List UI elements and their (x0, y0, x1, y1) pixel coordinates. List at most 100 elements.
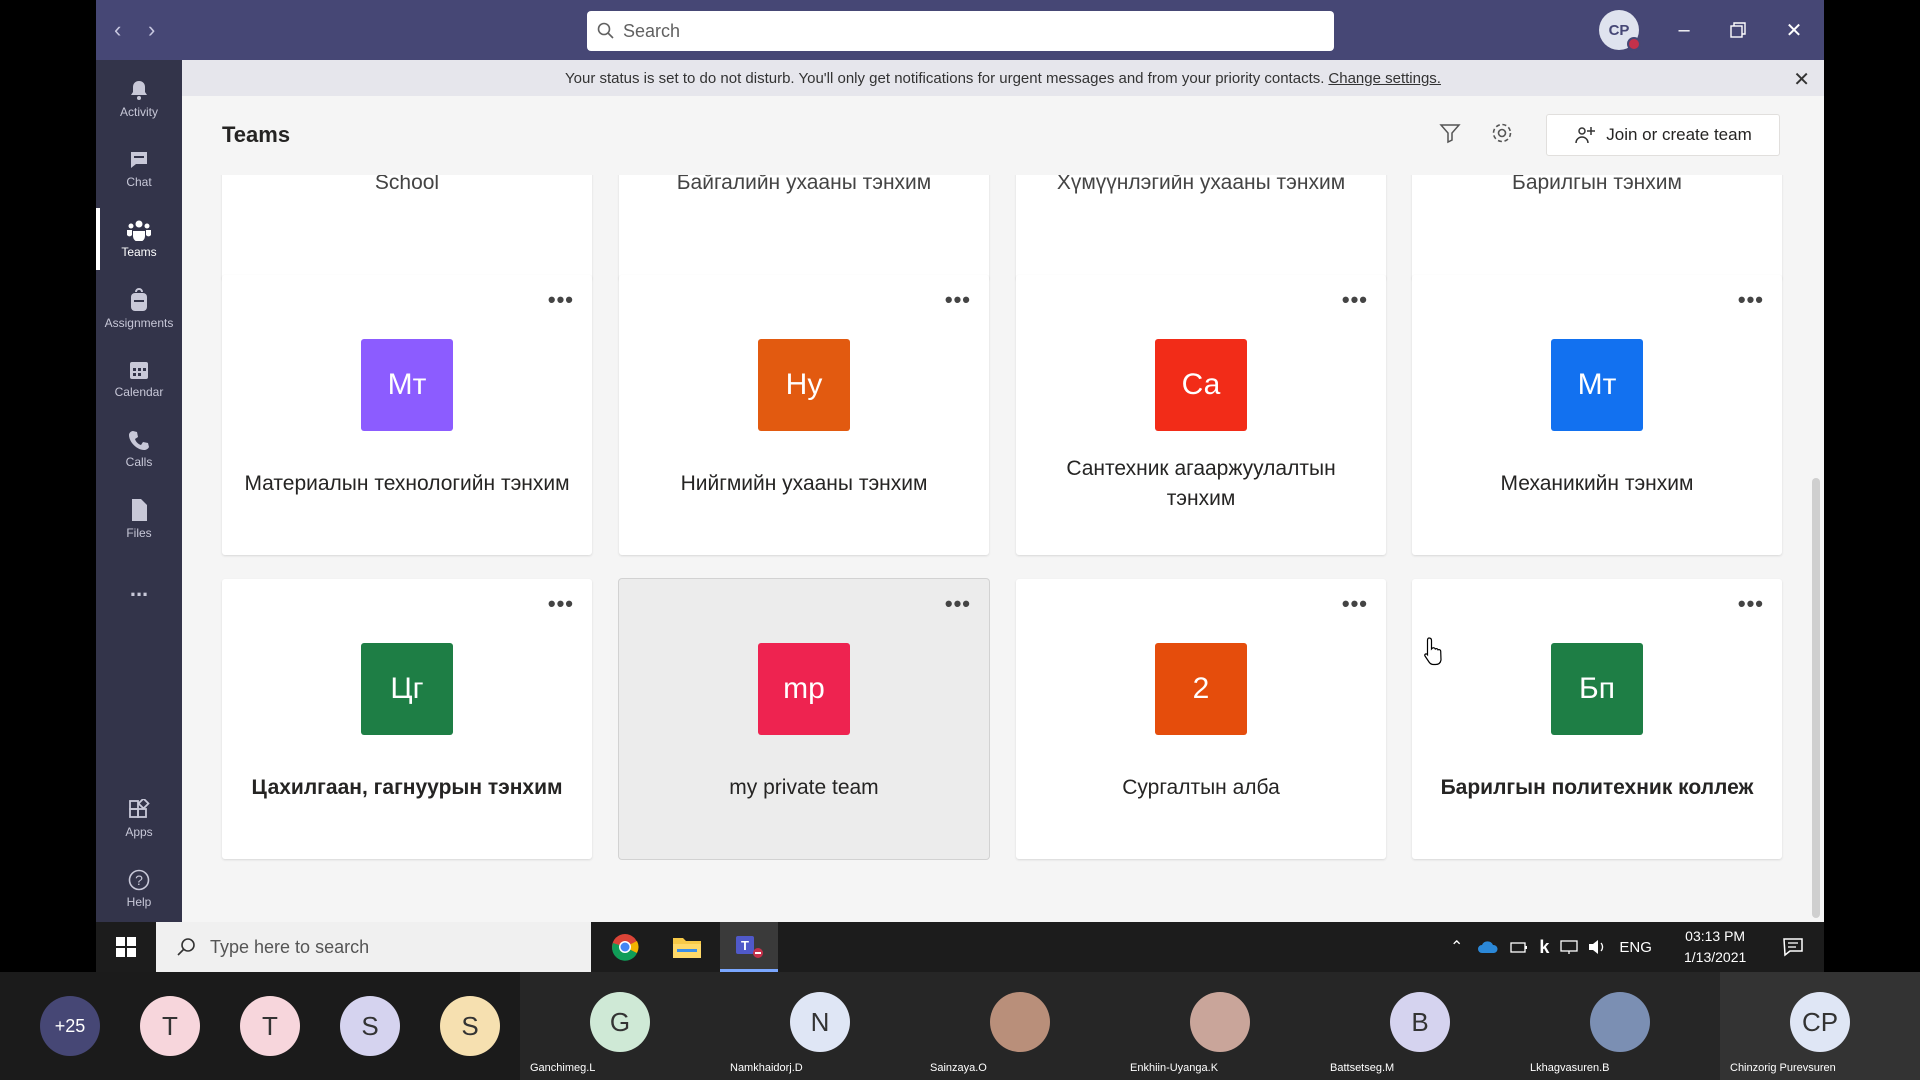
rail-label: Assignments (104, 316, 174, 330)
rail-item-apps[interactable]: Apps (96, 784, 182, 854)
search-icon (177, 938, 195, 956)
participant-avatar[interactable]: T (140, 996, 200, 1056)
team-name: Сургалтын алба (1122, 776, 1280, 799)
help-icon: ? (128, 869, 150, 891)
team-card[interactable]: ••• 2 Сургалтын алба (1016, 579, 1386, 859)
gear-icon[interactable] (1490, 121, 1514, 145)
taskbar-search-placeholder: Type here to search (210, 936, 370, 957)
team-name: Хүмүүнлэгийн ухааны тэнхим (1056, 175, 1346, 194)
file-explorer-app[interactable] (658, 922, 716, 972)
participant-tile[interactable]: G Ganchimeg.L (520, 972, 720, 1080)
rail-label: Chat (126, 175, 152, 189)
rail-item-files[interactable]: Files (96, 484, 182, 554)
participant-tile[interactable]: Lkhagvasuren.B (1520, 972, 1720, 1080)
team-card[interactable]: ••• Мт Материалын технологийн тэнхим (222, 275, 592, 555)
back-arrow-icon[interactable]: ‹ (114, 18, 121, 42)
teams-icon (127, 220, 151, 241)
team-name: Сантехник агааржуулалтын тэнхим (1066, 457, 1336, 510)
more-options-icon[interactable]: ••• (548, 591, 574, 617)
taskbar-search-input[interactable]: Type here to search (156, 922, 591, 972)
rail-item-assignments[interactable]: Assignments (96, 274, 182, 344)
join-or-create-team-button[interactable]: Join or create team (1546, 114, 1780, 156)
team-name: Барилгын политехник коллеж (1440, 776, 1754, 799)
change-settings-link[interactable]: Change settings. (1328, 70, 1441, 87)
more-options-icon[interactable]: ••• (1738, 287, 1764, 313)
maximize-button[interactable] (1720, 14, 1756, 46)
participant-tile[interactable]: N Namkhaidorj.D (720, 972, 920, 1080)
k-app-icon[interactable]: k (1539, 937, 1549, 958)
participant-avatar[interactable]: S (340, 996, 400, 1056)
more-participants-badge[interactable]: +25 (40, 996, 100, 1056)
teams-grid: School Байгалийн ухааны тэнхим Хүмүүнлэг… (182, 175, 1824, 922)
participant-name: Ganchimeg.L (530, 1062, 596, 1074)
participant-tile[interactable]: Sainzaya.O (920, 972, 1120, 1080)
rail-label: Help (126, 895, 152, 909)
rail-label: Files (126, 526, 152, 540)
banner-text: Your status is set to do not disturb. Yo… (565, 69, 1325, 87)
teams-app[interactable]: T (720, 922, 778, 972)
more-options-icon[interactable]: ••• (548, 287, 574, 313)
language-indicator[interactable]: ENG (1619, 939, 1652, 956)
chat-icon (131, 152, 147, 168)
team-tile: Ну (758, 339, 850, 431)
team-card[interactable]: ••• Мт Механикийн тэнхим (1412, 275, 1782, 555)
rail-item-calendar[interactable]: Calendar (96, 344, 182, 414)
start-button[interactable] (96, 922, 156, 972)
team-card[interactable]: Байгалийн ухааны тэнхим (619, 175, 989, 280)
rail-item-teams[interactable]: Teams (96, 204, 182, 274)
teams-app-icon: T (736, 935, 763, 958)
team-card[interactable]: Барилгын тэнхим (1412, 175, 1782, 280)
rail-label: Calendar (114, 385, 164, 399)
close-button[interactable]: ✕ (1776, 14, 1812, 46)
chevron-up-icon[interactable]: ⌃ (1450, 937, 1463, 957)
rail-item-activity[interactable]: Activity (96, 64, 182, 134)
participant-avatar: G (590, 992, 650, 1052)
team-tile: Са (1155, 339, 1247, 431)
minimize-button[interactable]: – (1666, 14, 1702, 46)
rail-label: Calls (125, 455, 153, 469)
more-options-icon[interactable]: ••• (1738, 591, 1764, 617)
bell-icon (131, 81, 147, 100)
team-card[interactable]: ••• Са Сантехник агааржуулалтын тэнхим (1016, 275, 1386, 555)
scrollbar[interactable] (1812, 478, 1820, 918)
participant-tile[interactable]: B Battsetseg.M (1320, 972, 1520, 1080)
network-icon[interactable] (1559, 939, 1579, 955)
team-card[interactable]: ••• Цг Цахилгаан, гагнуурын тэнхим (222, 579, 592, 859)
forward-arrow-icon[interactable]: › (148, 18, 155, 42)
team-card[interactable]: ••• mp my private team (619, 579, 989, 859)
more-options-icon[interactable]: ••• (1342, 287, 1368, 313)
team-card[interactable]: ••• Бп Барилгын политехник коллеж (1412, 579, 1782, 859)
chrome-app[interactable] (596, 922, 654, 972)
team-card[interactable]: ••• Ну Нийгмийн ухааны тэнхим (619, 275, 989, 555)
more-options-icon[interactable]: ••• (1342, 591, 1368, 617)
more-options-icon[interactable]: ••• (945, 591, 971, 617)
participant-avatar[interactable]: S (440, 996, 500, 1056)
rail-item-chat[interactable]: Chat (96, 134, 182, 204)
participant-tile[interactable]: CP Chinzorig Purevsuren (1720, 972, 1920, 1080)
team-name: my private team (729, 776, 879, 799)
battery-icon[interactable] (1509, 939, 1529, 955)
team-card[interactable]: School (222, 175, 592, 280)
clock[interactable]: 03:13 PM 1/13/2021 (1684, 926, 1746, 968)
rail-item-calls[interactable]: Calls (96, 414, 182, 484)
participant-avatar[interactable]: T (240, 996, 300, 1056)
clock-time: 03:13 PM (1685, 928, 1746, 944)
participant-tile[interactable]: Enkhiin-Uyanga.K (1120, 972, 1320, 1080)
user-avatar[interactable]: CP (1599, 10, 1641, 51)
notification-icon[interactable] (1782, 936, 1804, 958)
filter-icon[interactable] (1439, 122, 1461, 144)
participant-avatar: CP (1790, 992, 1850, 1052)
svg-text:?: ? (135, 872, 143, 888)
search-input[interactable]: Search (587, 11, 1334, 51)
team-tile: Мт (361, 339, 453, 431)
search-icon (597, 22, 614, 39)
svg-text:T: T (741, 938, 749, 953)
rail-item-help[interactable]: ? Help (96, 854, 182, 924)
banner-close-icon[interactable]: ✕ (1793, 67, 1810, 92)
volume-icon[interactable] (1587, 939, 1607, 955)
more-options-icon[interactable]: ••• (945, 287, 971, 313)
rail-more-button[interactable]: ... (96, 554, 182, 624)
onedrive-icon[interactable] (1477, 940, 1499, 954)
rail-label: Activity (119, 105, 158, 119)
team-card[interactable]: Хүмүүнлэгийн ухааны тэнхим (1016, 175, 1386, 280)
